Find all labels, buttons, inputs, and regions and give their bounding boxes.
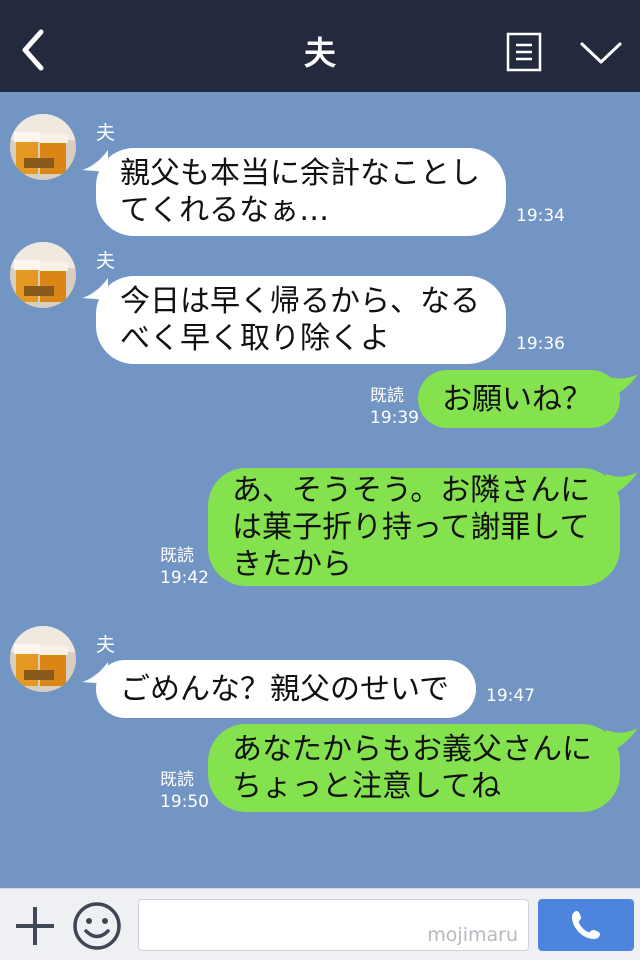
read-receipt: 既読 <box>370 386 404 406</box>
smiley-icon <box>73 902 121 950</box>
chat-area[interactable]: 夫 親父も本当に余計なことし てくれるなぁ… 19:34 夫 今日は早く帰るから… <box>0 92 640 888</box>
message-line: あなたからもお義父さんに <box>232 732 592 767</box>
message-time: 19:47 <box>486 686 535 706</box>
message-line: ごめんな？親父のせいで <box>120 671 450 707</box>
call-button[interactable] <box>538 899 634 951</box>
read-receipt: 既読 <box>160 770 194 790</box>
message-time: 19:39 <box>370 408 419 428</box>
message-bubble[interactable]: 親父も本当に余計なことし てくれるなぁ… <box>96 148 506 236</box>
collapse-button[interactable] <box>578 38 624 68</box>
message-bubble[interactable]: あ、そうそう。お隣さんに は菓子折り持って謝罪して きたから <box>208 468 620 586</box>
bubble-tail <box>606 728 638 752</box>
watermark: mojimaru <box>427 924 518 946</box>
sender-name: 夫 <box>96 122 116 144</box>
message-line: は菓子折り持って謝罪して <box>232 509 590 545</box>
sender-name: 夫 <box>96 634 116 656</box>
bubble-tail <box>606 472 638 496</box>
message-bubble[interactable]: お願いね？ <box>418 370 620 428</box>
note-list-icon <box>506 32 542 72</box>
message-line: あ、そうそう。お隣さんに <box>232 472 591 508</box>
input-bar: mojimaru <box>0 888 640 960</box>
avatar[interactable] <box>10 242 76 308</box>
message-time: 19:36 <box>516 334 565 354</box>
message-time: 19:34 <box>516 206 565 226</box>
avatar[interactable] <box>10 626 76 692</box>
chat-header: 夫 <box>0 0 640 92</box>
message-time: 19:42 <box>160 568 209 588</box>
sender-name: 夫 <box>96 250 116 272</box>
message-line: ちょっと注意してね <box>232 769 502 804</box>
message-time: 19:50 <box>160 792 209 812</box>
message-line: べく早く取り除くよ <box>120 321 390 356</box>
message-bubble[interactable]: ごめんな？親父のせいで <box>96 660 476 718</box>
message-input[interactable]: mojimaru <box>138 899 529 951</box>
attach-button[interactable] <box>12 903 58 949</box>
chevron-down-icon <box>580 42 622 64</box>
plus-icon <box>16 907 54 945</box>
read-receipt: 既読 <box>160 546 194 566</box>
message-line: てくれるなぁ… <box>120 193 330 228</box>
chat-title: 夫 <box>303 34 336 72</box>
message-line: お願いね？ <box>442 381 592 417</box>
message-bubble[interactable]: 今日は早く帰るから、なる べく早く取り除くよ <box>96 276 506 364</box>
message-line: 親父も本当に余計なことし <box>120 156 480 191</box>
avatar[interactable] <box>10 114 76 180</box>
message-line: きたから <box>232 546 352 582</box>
message-line: 今日は早く帰るから、なる <box>120 284 480 319</box>
message-bubble[interactable]: あなたからもお義父さんに ちょっと注意してね <box>208 724 620 812</box>
emoji-button[interactable] <box>72 901 122 951</box>
menu-button[interactable] <box>506 32 542 72</box>
phone-icon <box>572 911 600 939</box>
bubble-tail <box>606 374 638 398</box>
